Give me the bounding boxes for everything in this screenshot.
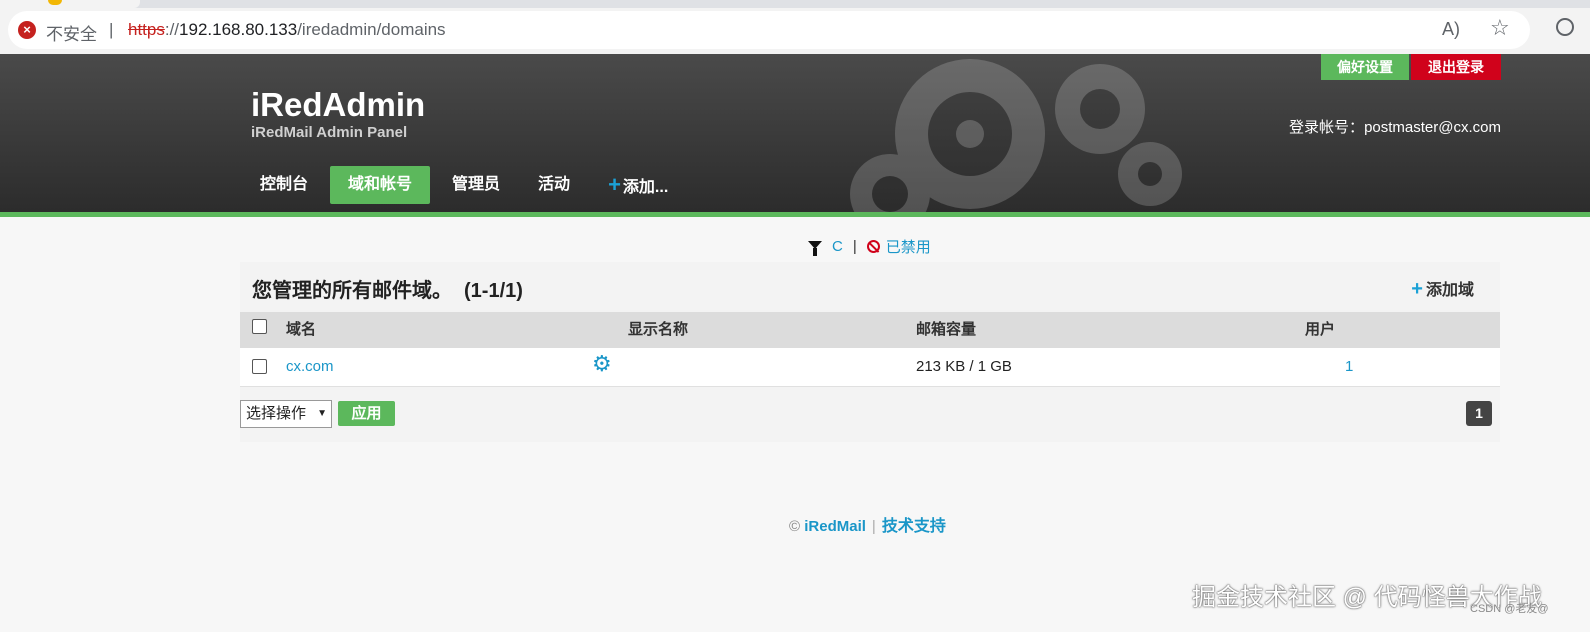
- domain-link[interactable]: cx.com: [286, 348, 334, 386]
- csdn-watermark: CSDN @老友@: [1470, 603, 1549, 615]
- header-accent-bar: [0, 212, 1590, 217]
- account-email: postmaster@cx.com: [1364, 119, 1501, 136]
- action-select-value: 选择操作: [246, 405, 307, 422]
- disabled-icon: [866, 240, 880, 253]
- users-count-link[interactable]: 1: [1345, 348, 1353, 386]
- tab-favicon: [48, 0, 62, 5]
- account-label: 登录帐号：: [1289, 119, 1365, 136]
- plus-icon: +: [1411, 278, 1423, 300]
- filter-icon: [808, 240, 822, 256]
- row-checkbox[interactable]: [252, 359, 267, 374]
- filter-letter-c[interactable]: C: [832, 238, 843, 255]
- table-header: 域名 显示名称 邮箱容量 用户: [240, 312, 1500, 348]
- add-domain-label: 添加域: [1425, 282, 1474, 299]
- filter-bar: C | 已禁用: [808, 236, 931, 257]
- plus-icon: +: [608, 172, 621, 197]
- url-path: /iredadmin/domains: [297, 20, 446, 39]
- footer-support-link[interactable]: 技术支持: [882, 518, 946, 535]
- settings-gear-icon[interactable]: ⚙: [592, 351, 612, 377]
- filter-disabled[interactable]: 已禁用: [886, 236, 931, 257]
- account-info: 登录帐号：postmaster@cx.com: [1289, 116, 1501, 137]
- action-select[interactable]: 选择操作 ▼: [240, 400, 332, 428]
- app-subtitle: iRedMail Admin Panel: [251, 124, 408, 141]
- column-domain[interactable]: 域名: [286, 312, 316, 348]
- nav-add-label: 添加...: [622, 179, 669, 196]
- panel-title: 您管理的所有邮件域。 (1-1/1): [252, 274, 523, 303]
- footer: © iRedMail | 技术支持: [789, 512, 946, 536]
- footer-separator: |: [871, 518, 876, 535]
- read-aloud-icon[interactable]: A): [1442, 19, 1460, 40]
- column-users[interactable]: 用户: [1305, 312, 1335, 348]
- address-separator: |: [109, 20, 114, 39]
- not-secure-icon[interactable]: ×: [18, 21, 36, 39]
- security-label[interactable]: 不安全: [46, 20, 97, 45]
- panel-title-text: 您管理的所有邮件域。: [252, 280, 452, 302]
- column-display-name[interactable]: 显示名称: [628, 312, 688, 348]
- logout-button[interactable]: 退出登录: [1411, 54, 1501, 80]
- url-scheme: https: [128, 20, 165, 39]
- nav-activities[interactable]: 活动: [522, 166, 586, 204]
- nav-admins[interactable]: 管理员: [436, 166, 516, 204]
- favorite-star-icon[interactable]: ☆: [1490, 15, 1510, 41]
- domains-panel: 您管理的所有邮件域。 (1-1/1) + 添加域 域名 显示名称 邮箱容量 用户 c…: [240, 262, 1500, 442]
- browser-toolbar: × 不安全 | https://192.168.80.133/iredadmin…: [0, 8, 1590, 54]
- url-host: 192.168.80.133: [179, 20, 298, 39]
- copyright-symbol: ©: [789, 518, 801, 535]
- url-scheme-sep: ://: [164, 20, 180, 39]
- browser-tabstrip: [0, 0, 1590, 8]
- column-quota[interactable]: 邮箱容量: [916, 312, 976, 348]
- app-brand[interactable]: iRedAdmin: [251, 86, 425, 124]
- footer-brand-link[interactable]: iRedMail: [804, 518, 866, 535]
- apply-button[interactable]: 应用: [338, 401, 395, 426]
- nav-dashboard[interactable]: 控制台: [244, 166, 324, 204]
- main-nav: 控制台 域和帐号 管理员 活动 + 添加...: [244, 166, 690, 204]
- gears-background-icon: [850, 59, 1182, 212]
- address-bar[interactable]: × 不安全 | https://192.168.80.133/iredadmin…: [8, 11, 1530, 49]
- nav-add[interactable]: + 添加...: [592, 166, 684, 204]
- filter-separator: |: [852, 238, 857, 255]
- pagination-page[interactable]: 1: [1466, 401, 1492, 426]
- app-header: iRedAdmin iRedMail Admin Panel 偏好设置 退出登录…: [0, 54, 1590, 212]
- extensions-icon[interactable]: [1556, 18, 1574, 36]
- browser-tab[interactable]: [0, 0, 140, 8]
- nav-domains-accounts[interactable]: 域和帐号: [330, 166, 431, 204]
- quota-cell: 213 KB / 1 GB: [916, 358, 1012, 375]
- panel-range: (1-1/1): [464, 280, 523, 302]
- table-row: cx.com ⚙ 213 KB / 1 GB 1: [240, 348, 1500, 387]
- url-text[interactable]: https://192.168.80.133/iredadmin/domains: [128, 20, 446, 40]
- chevron-down-icon: ▼: [317, 408, 327, 419]
- select-all-checkbox[interactable]: [252, 319, 267, 334]
- preferences-button[interactable]: 偏好设置: [1321, 54, 1409, 80]
- add-domain-button[interactable]: + 添加域: [1411, 276, 1474, 301]
